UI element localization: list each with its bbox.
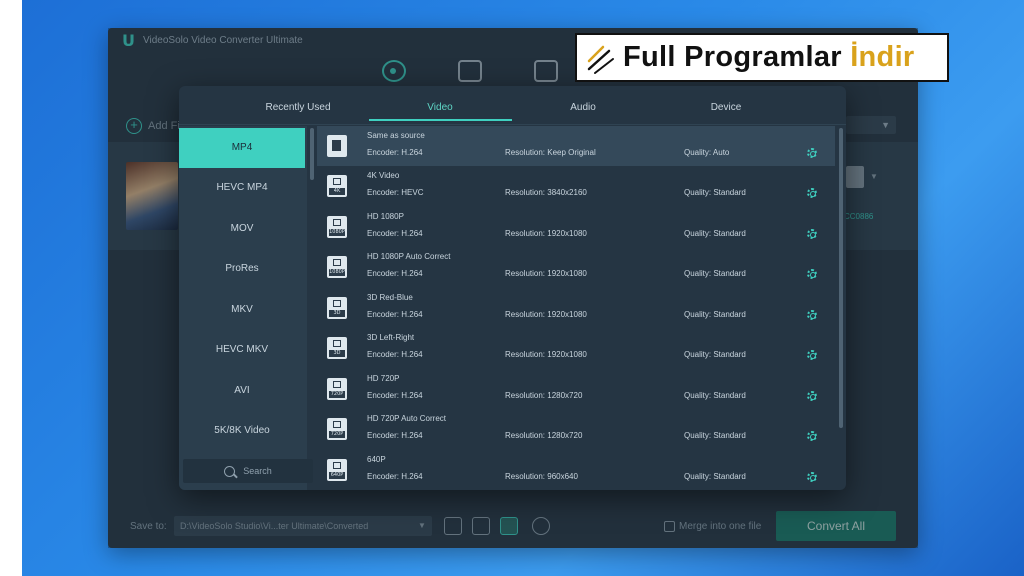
video-720p-icon: 720P <box>327 378 347 400</box>
preset-quality: Quality: Standard <box>684 269 746 278</box>
preset-row[interactable]: 720P HD 720P Encoder: H.264 Resolution: … <box>317 369 835 409</box>
page-icon <box>327 135 347 157</box>
preset-resolution: Resolution: 1920x1080 <box>505 229 587 238</box>
tab-device[interactable]: Device <box>711 102 742 113</box>
sidebar-scrollbar[interactable] <box>310 128 314 180</box>
preset-name: HD 1080P <box>367 212 404 221</box>
video-720p-icon: 720P <box>327 418 347 440</box>
video-3d-icon: 3D <box>327 297 347 319</box>
preset-encoder: Encoder: H.264 <box>367 229 423 238</box>
watermark-text-accent: İndir <box>850 41 915 73</box>
preset-encoder: Encoder: H.264 <box>367 148 423 157</box>
preset-list: Same as source Encoder: H.264 Resolution… <box>317 126 837 490</box>
preset-row[interactable]: 3D 3D Left-Right Encoder: H.264 Resoluti… <box>317 328 835 368</box>
divider <box>179 124 846 125</box>
format-sidebar: MP4 HEVC MP4 MOV ProRes MKV HEVC MKV AVI… <box>179 126 313 490</box>
format-item-hevc-mp4[interactable]: HEVC MP4 <box>179 168 305 208</box>
preset-encoder: Encoder: H.264 <box>367 269 423 278</box>
search-icon <box>224 465 236 477</box>
video-4k-icon: 4K <box>327 175 347 197</box>
preset-name: 3D Red-Blue <box>367 293 413 302</box>
video-3d-icon: 3D <box>327 337 347 359</box>
preset-name: 640P <box>367 455 386 464</box>
watermark-text: Full Programlar İndir <box>623 41 915 74</box>
tab-audio[interactable]: Audio <box>570 102 596 113</box>
tab-recently-used[interactable]: Recently Used <box>265 102 330 113</box>
watermark-text-plain: Full Programlar <box>623 41 851 73</box>
gear-icon[interactable] <box>807 188 817 198</box>
video-1080p-icon: 1080P <box>327 256 347 278</box>
preset-row[interactable]: 1080P HD 1080P Auto Correct Encoder: H.2… <box>317 247 835 287</box>
preset-quality: Quality: Standard <box>684 391 746 400</box>
preset-resolution: Resolution: 1920x1080 <box>505 269 587 278</box>
format-item-hevc-mkv[interactable]: HEVC MKV <box>179 330 305 370</box>
video-1080p-icon: 1080P <box>327 216 347 238</box>
gear-icon[interactable] <box>807 229 817 239</box>
preset-name: 4K Video <box>367 171 400 180</box>
preset-name: HD 720P <box>367 374 400 383</box>
format-panel: Recently Used Video Audio Device MP4 HEV… <box>179 86 846 490</box>
gear-icon[interactable] <box>807 148 817 158</box>
preset-resolution: Resolution: 1280x720 <box>505 431 583 440</box>
watermark-banner: Full Programlar İndir <box>575 33 949 82</box>
preset-name: HD 720P Auto Correct <box>367 414 447 423</box>
preset-row[interactable]: 4K 4K Video Encoder: HEVC Resolution: 38… <box>317 166 835 206</box>
preset-name: HD 1080P Auto Correct <box>367 252 451 261</box>
preset-quality: Quality: Standard <box>684 350 746 359</box>
gear-icon[interactable] <box>807 472 817 482</box>
preset-resolution: Resolution: 960x640 <box>505 472 578 481</box>
format-item-mkv[interactable]: MKV <box>179 290 305 330</box>
preset-encoder: Encoder: H.264 <box>367 472 423 481</box>
preset-quality: Quality: Standard <box>684 472 746 481</box>
pen-strokes-icon <box>587 45 614 74</box>
preset-resolution: Resolution: 3840x2160 <box>505 188 587 197</box>
preset-resolution: Resolution: 1920x1080 <box>505 350 587 359</box>
preset-resolution: Resolution: 1920x1080 <box>505 310 587 319</box>
search-placeholder: Search <box>243 466 272 476</box>
preset-encoder: Encoder: H.264 <box>367 391 423 400</box>
format-item-5k-8k[interactable]: 5K/8K Video <box>179 411 305 451</box>
format-item-prores[interactable]: ProRes <box>179 249 305 289</box>
tab-video[interactable]: Video <box>427 102 452 113</box>
preset-quality: Quality: Standard <box>684 431 746 440</box>
preset-quality: Quality: Standard <box>684 188 746 197</box>
preset-row[interactable]: 720P HD 720P Auto Correct Encoder: H.264… <box>317 409 835 449</box>
preset-resolution: Resolution: 1280x720 <box>505 391 583 400</box>
gear-icon[interactable] <box>807 269 817 279</box>
preset-quality: Quality: Standard <box>684 229 746 238</box>
preset-row[interactable]: 640P 640P Encoder: H.264 Resolution: 960… <box>317 450 835 490</box>
preset-encoder: Encoder: HEVC <box>367 188 424 197</box>
video-640p-icon: 640P <box>327 459 347 481</box>
gear-icon[interactable] <box>807 350 817 360</box>
preset-quality: Quality: Auto <box>684 148 730 157</box>
gear-icon[interactable] <box>807 431 817 441</box>
preset-name: Same as source <box>367 131 425 140</box>
format-item-mov[interactable]: MOV <box>179 209 305 249</box>
format-tabs: Recently Used Video Audio Device <box>179 86 846 124</box>
format-item-avi[interactable]: AVI <box>179 371 305 411</box>
preset-list-scrollbar[interactable] <box>839 128 843 428</box>
preset-row[interactable]: 3D 3D Red-Blue Encoder: H.264 Resolution… <box>317 288 835 328</box>
preset-encoder: Encoder: H.264 <box>367 350 423 359</box>
format-item-mp4[interactable]: MP4 <box>179 128 305 168</box>
preset-row[interactable]: 1080P HD 1080P Encoder: H.264 Resolution… <box>317 207 835 247</box>
active-tab-indicator <box>369 119 512 121</box>
preset-row[interactable]: Same as source Encoder: H.264 Resolution… <box>317 126 835 166</box>
preset-name: 3D Left-Right <box>367 333 415 342</box>
preset-encoder: Encoder: H.264 <box>367 431 423 440</box>
format-search[interactable]: Search <box>183 459 313 483</box>
preset-encoder: Encoder: H.264 <box>367 310 423 319</box>
preset-quality: Quality: Standard <box>684 310 746 319</box>
preset-resolution: Resolution: Keep Original <box>505 148 596 157</box>
gear-icon[interactable] <box>807 391 817 401</box>
gear-icon[interactable] <box>807 310 817 320</box>
